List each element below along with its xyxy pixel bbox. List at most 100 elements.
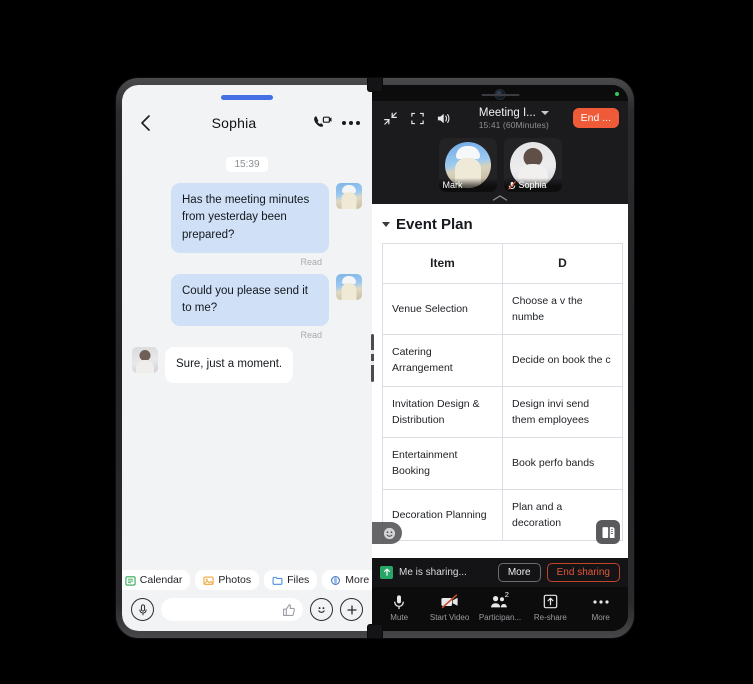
- status-indicator-pill: [221, 95, 273, 100]
- quick-action-label: More: [345, 574, 370, 586]
- video-off-icon: [440, 593, 460, 610]
- speaker-icon[interactable]: [435, 109, 453, 127]
- more-options-icon[interactable]: [342, 117, 360, 129]
- meeting-title-text: Meeting I...: [478, 106, 536, 119]
- chat-header: Sophia: [122, 99, 372, 147]
- plus-icon[interactable]: [340, 598, 363, 621]
- message-bubble[interactable]: Has the meeting minutes from yesterday b…: [171, 183, 329, 253]
- shared-document-view[interactable]: Event Plan Item D Venue Selection Choose…: [372, 204, 628, 558]
- mark-avatar: [336, 183, 362, 209]
- participant-name-text: Sophia: [518, 180, 547, 190]
- quick-action-bar: Calendar Photos Files More: [122, 565, 372, 594]
- toolbar-label: More: [591, 613, 610, 622]
- quick-action-label: Calendar: [139, 574, 183, 586]
- meeting-title-dropdown[interactable]: Meeting I...: [479, 107, 549, 119]
- chat-pane: Sophia 15:39 Has the meeting minutes fro…: [122, 85, 372, 631]
- mic-muted-icon: [507, 180, 516, 190]
- participants-icon: 2: [490, 590, 510, 610]
- table-row: Invitation Design & Distribution Design …: [382, 385, 623, 439]
- screenshot-root: Sophia 15:39 Has the meeting minutes fro…: [0, 0, 753, 684]
- toolbar-mute-button[interactable]: Mute: [375, 593, 423, 622]
- message-bubble[interactable]: Could you please send it to me?: [171, 273, 329, 327]
- toolbar-label: Mute: [390, 613, 409, 622]
- cell-item: Venue Selection: [382, 282, 503, 336]
- meeting-title-block: Meeting I... 15:41 (60Minutes): [464, 107, 564, 130]
- message-input[interactable]: [161, 598, 303, 621]
- camera-notch-row: [372, 85, 628, 101]
- table-header-row: Item D: [382, 243, 623, 284]
- sharing-status-text: Me is sharing...: [399, 567, 467, 578]
- meeting-controls-row: Meeting I... 15:41 (60Minutes) End ...: [381, 103, 619, 133]
- floating-document-button[interactable]: [596, 520, 620, 544]
- table-row: Venue Selection Choose a v the numbe: [382, 282, 623, 336]
- dual-screen-area: Sophia 15:39 Has the meeting minutes fro…: [122, 85, 628, 631]
- quick-action-label: Files: [287, 574, 310, 586]
- floating-emoji-button[interactable]: [372, 522, 402, 544]
- microphone-icon: [393, 593, 405, 610]
- recording-indicator-dot: [615, 92, 619, 96]
- cell-item: Catering Arrangement: [382, 334, 503, 387]
- chevron-down-icon: [540, 110, 549, 115]
- collapse-tiles-chevron-icon[interactable]: [381, 194, 619, 204]
- message-bubble[interactable]: Sure, just a moment.: [165, 347, 294, 383]
- document-title-row: Event Plan: [372, 204, 628, 243]
- participant-tile-sophia[interactable]: Sophia: [503, 138, 562, 192]
- message-row: Sure, just a moment.: [132, 347, 362, 383]
- sophia-avatar: [132, 347, 158, 374]
- toolbar-start-video-button[interactable]: Start Video: [426, 593, 474, 622]
- fullscreen-icon[interactable]: [408, 109, 426, 127]
- toolbar-participants-button[interactable]: 2 Participan...: [476, 590, 524, 622]
- message-status: Read: [300, 256, 322, 267]
- message-composer: [122, 594, 372, 631]
- toolbar-more-button[interactable]: More: [577, 593, 625, 622]
- cell-detail: Decide on book the c: [502, 334, 623, 387]
- sharing-status-bar: Me is sharing... More End sharing: [372, 558, 628, 587]
- quick-action-calendar[interactable]: Calendar: [122, 570, 191, 590]
- page-title: Event Plan: [396, 216, 473, 233]
- message-row: Has the meeting minutes from yesterday b…: [132, 183, 362, 253]
- end-meeting-button[interactable]: End ...: [572, 108, 619, 128]
- quick-action-label: Photos: [218, 574, 252, 586]
- meeting-pane: Meeting I... 15:41 (60Minutes) End ... M…: [372, 85, 628, 631]
- more-dots-icon: [592, 593, 610, 610]
- participant-tile-mark[interactable]: Mark: [438, 138, 497, 192]
- participant-name-label: Sophia: [503, 178, 562, 192]
- end-sharing-button[interactable]: End sharing: [546, 563, 620, 582]
- split-screen-drag-handle[interactable]: [369, 85, 375, 631]
- cell-detail: Book perfo bands: [502, 437, 623, 490]
- cell-item: Entertainment Booking: [382, 437, 503, 490]
- participant-name-label: Mark: [438, 178, 497, 192]
- emoji-icon[interactable]: [310, 598, 333, 621]
- foldable-device-frame: Sophia 15:39 Has the meeting minutes fro…: [116, 78, 634, 638]
- meeting-toolbar: Mute Start Video 2 Participan... Re-shar…: [372, 587, 628, 631]
- toolbar-label: Re-share: [533, 613, 567, 622]
- cell-item: Invitation Design & Distribution: [382, 385, 503, 439]
- column-header-detail: D: [502, 243, 623, 284]
- participant-name-text: Mark: [442, 180, 463, 190]
- message-row: Could you please send it to me?: [132, 273, 362, 327]
- mark-avatar: [336, 273, 362, 300]
- video-call-icon[interactable]: [312, 113, 332, 133]
- time-separator: 15:39: [226, 157, 268, 172]
- quick-action-more[interactable]: More: [322, 570, 372, 590]
- document-table-wrap: Item D Venue Selection Choose a v the nu…: [372, 243, 628, 558]
- back-arrow-icon[interactable]: [134, 112, 156, 134]
- minimize-icon[interactable]: [381, 109, 399, 127]
- quick-action-photos[interactable]: Photos: [195, 570, 260, 590]
- cell-detail: Design invi send them employees: [502, 385, 623, 439]
- sharing-more-button[interactable]: More: [497, 563, 541, 582]
- toolbar-reshare-button[interactable]: Re-share: [526, 593, 574, 622]
- quick-action-files[interactable]: Files: [264, 570, 318, 590]
- front-camera-icon: [481, 90, 520, 99]
- cell-detail: Choose a v the numbe: [502, 282, 623, 336]
- toolbar-label: Start Video: [429, 613, 470, 622]
- chat-header-actions: [312, 113, 360, 133]
- message-list[interactable]: 15:39 Has the meeting minutes from yeste…: [122, 147, 372, 565]
- chevron-down-icon[interactable]: [382, 222, 390, 227]
- column-header-item: Item: [382, 243, 503, 284]
- share-up-icon: [543, 593, 558, 610]
- event-plan-table: Item D Venue Selection Choose a v the nu…: [382, 243, 623, 542]
- message-status: Read: [300, 330, 322, 341]
- microphone-icon[interactable]: [131, 598, 154, 621]
- table-row: Entertainment Booking Book perfo bands: [382, 437, 623, 490]
